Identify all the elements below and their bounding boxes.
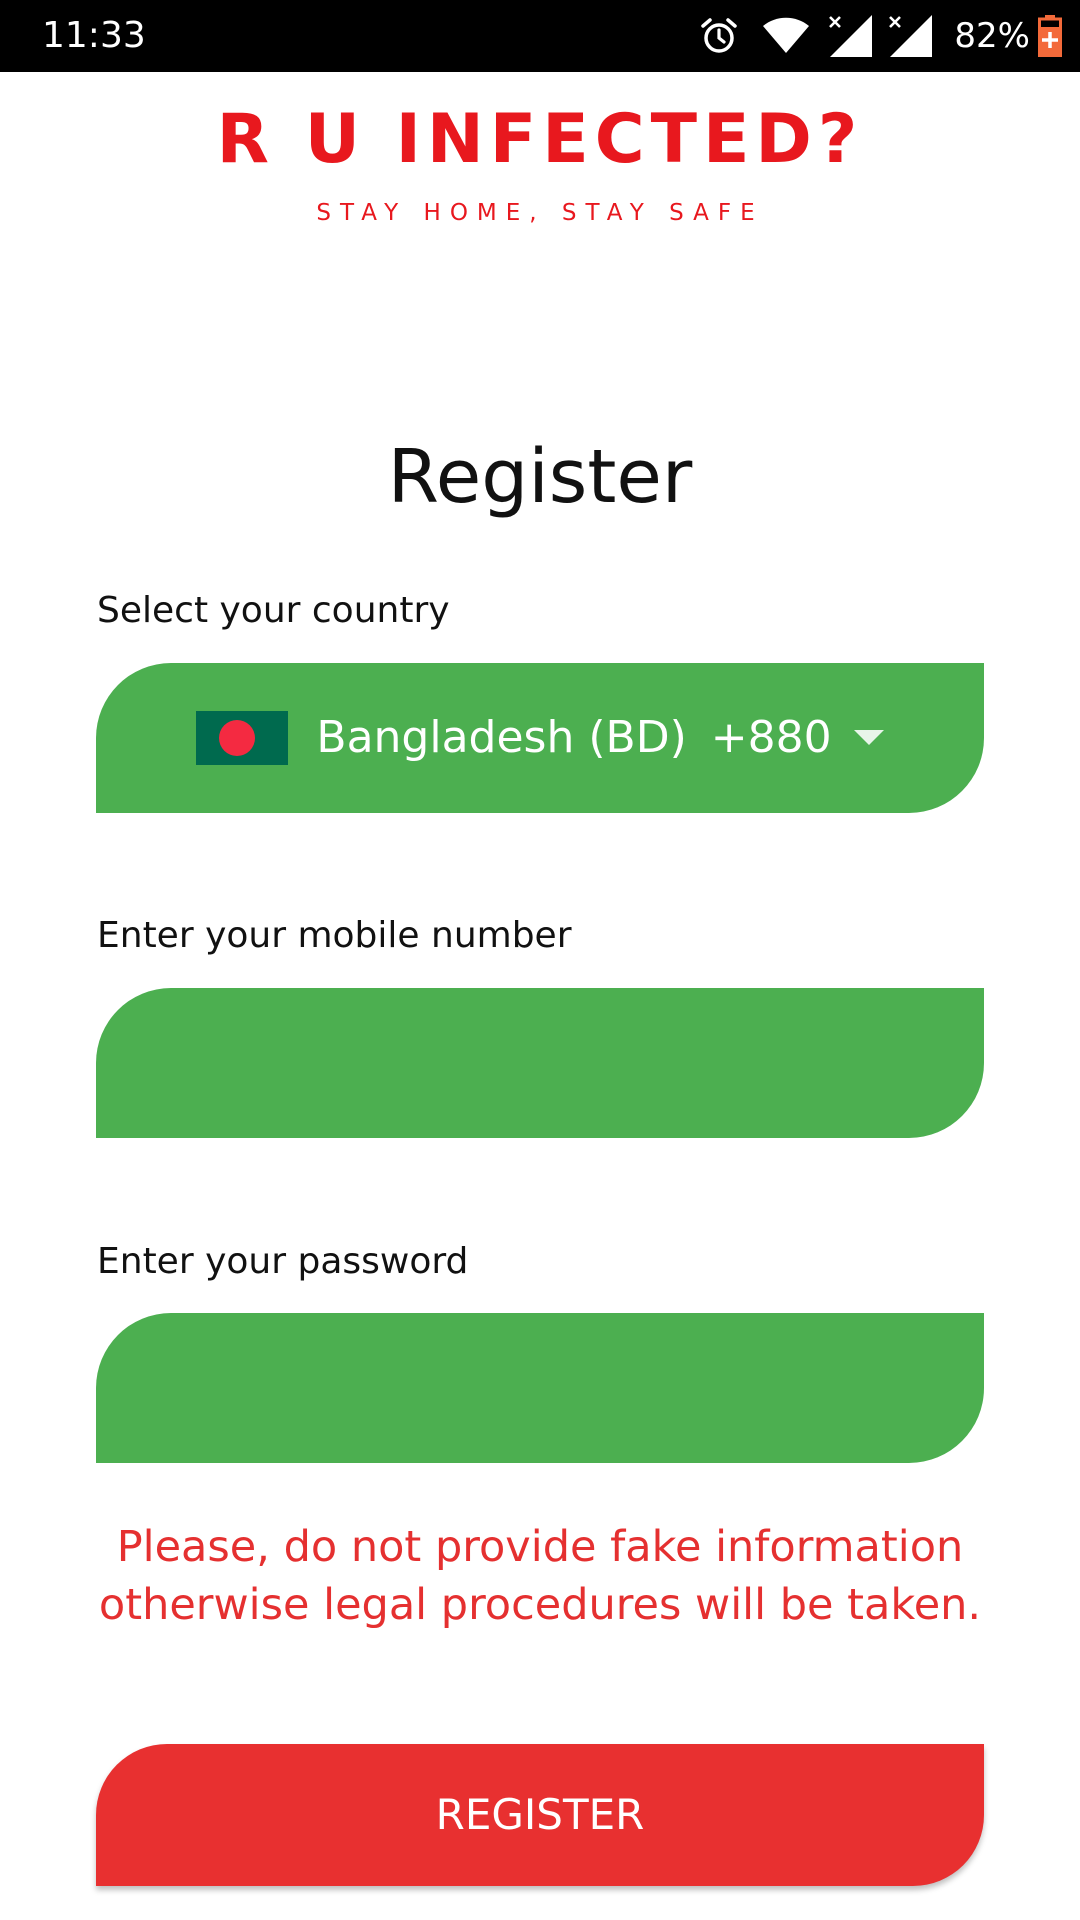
battery-percent: 82% xyxy=(954,16,1030,56)
battery-charging-icon xyxy=(1038,15,1062,57)
signal-icon xyxy=(829,15,873,57)
signal-icon xyxy=(889,15,933,57)
warning-message: Please, do not provide fake information … xyxy=(98,1522,982,1630)
password-input[interactable] xyxy=(96,1313,984,1463)
password-label: Enter your password xyxy=(97,1241,469,1282)
dropdown-arrow-icon xyxy=(853,730,884,745)
mobile-field-container xyxy=(96,988,984,1138)
mobile-number-input[interactable] xyxy=(96,988,984,1138)
status-time: 11:33 xyxy=(42,15,146,56)
app-logo: R U INFECTED? STAY HOME, STAY SAFE xyxy=(0,100,1080,228)
country-label: Select your country xyxy=(97,590,450,631)
logo-tagline: STAY HOME, STAY SAFE xyxy=(316,200,764,226)
country-dial-code: +880 xyxy=(710,712,832,763)
alarm-icon xyxy=(701,18,738,53)
mobile-label: Enter your mobile number xyxy=(97,915,572,956)
wifi-icon xyxy=(763,17,810,53)
page-title: Register xyxy=(387,434,693,520)
bangladesh-flag-icon xyxy=(196,711,289,765)
register-button[interactable]: REGISTER xyxy=(96,1744,984,1886)
password-field-container xyxy=(96,1313,984,1463)
country-selector-content: Bangladesh (BD) +880 xyxy=(96,663,984,813)
logo-title: R U INFECTED? xyxy=(216,100,864,179)
country-selector[interactable]: Bangladesh (BD) +880 xyxy=(96,663,984,813)
status-icons: 82% xyxy=(700,10,1062,62)
country-name: Bangladesh (BD) xyxy=(316,712,687,763)
status-bar: 11:33 82% xyxy=(0,0,1080,72)
